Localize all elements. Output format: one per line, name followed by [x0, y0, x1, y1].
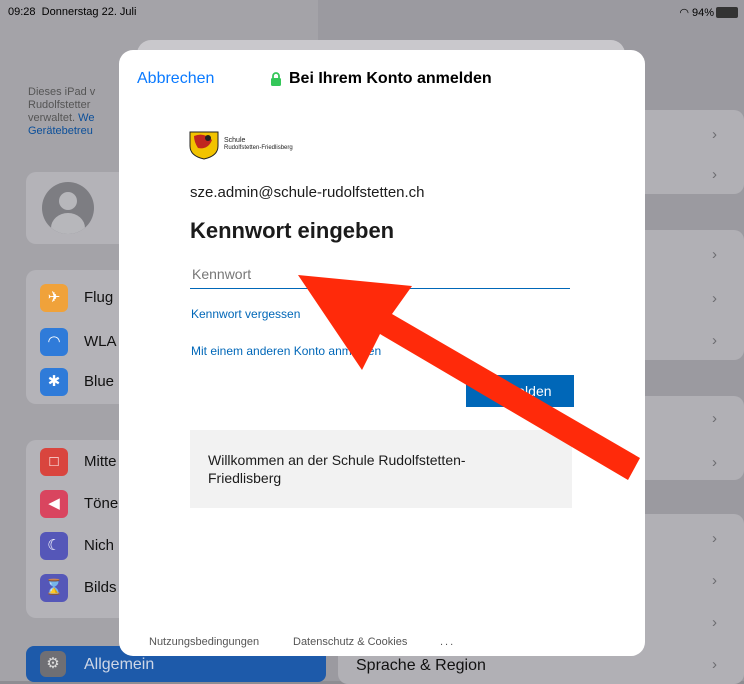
chevron-right-icon: › — [712, 332, 717, 349]
more-options-button[interactable]: ... — [440, 636, 455, 648]
sidebar-item-wifi[interactable]: WLA — [84, 333, 117, 350]
school-logo-text: Schule Rudolfstetten-Friedlisberg — [224, 137, 293, 151]
managed-info-text: Dieses iPad v Rudolfstetter verwaltet. W… — [28, 86, 96, 137]
chevron-right-icon: › — [712, 166, 717, 183]
sidebar-item-screentime[interactable]: Bilds — [84, 579, 117, 596]
chevron-right-icon: › — [712, 530, 717, 547]
sound-icon: ◀ — [40, 490, 68, 518]
avatar — [42, 182, 94, 234]
page-title: Kennwort eingeben — [190, 218, 395, 243]
account-email: sze.admin@schule-rudolfstetten.ch — [190, 184, 425, 201]
sidebar-item-general-label: Allgemein — [84, 656, 155, 673]
lock-icon — [271, 72, 281, 86]
sidebar-item-sounds[interactable]: Töne — [84, 495, 118, 512]
detail-item-language-region[interactable]: Sprache & Region — [356, 657, 486, 675]
cancel-button[interactable]: Abbrechen — [137, 70, 214, 88]
sidebar-item-bluetooth[interactable]: Blue — [84, 373, 114, 390]
chevron-right-icon: › — [712, 410, 717, 427]
notifications-icon: □ — [40, 448, 68, 476]
battery-icon — [716, 7, 738, 18]
moon-icon: ☾ — [40, 532, 68, 560]
chevron-right-icon: › — [712, 454, 717, 471]
forgot-password-link[interactable]: Kennwort vergessen — [191, 307, 300, 321]
chevron-right-icon: › — [712, 572, 717, 589]
privacy-link[interactable]: Datenschutz & Cookies — [293, 636, 407, 648]
battery-percent: ◠ 94% — [679, 7, 714, 19]
signin-button[interactable]: Anmelden — [466, 375, 574, 407]
chevron-right-icon: › — [712, 246, 717, 263]
sidebar-item-focus[interactable]: Nich — [84, 537, 114, 554]
password-input[interactable] — [190, 259, 570, 289]
chevron-right-icon: › — [712, 290, 717, 307]
chevron-right-icon: › — [712, 614, 717, 631]
modal-title: Bei Ihrem Konto anmelden — [289, 70, 492, 87]
sidebar-item-airplane[interactable]: Flug — [84, 289, 113, 306]
gear-icon: ⚙ — [40, 651, 66, 677]
status-time: 09:28 Donnerstag 22. Juli — [8, 6, 137, 18]
other-account-link[interactable]: Mit einem anderen Konto anmelden — [191, 344, 381, 358]
airplane-icon: ✈ — [40, 284, 68, 312]
chevron-right-icon: › — [712, 126, 717, 143]
terms-link[interactable]: Nutzungsbedingungen — [149, 636, 259, 648]
status-bar: 09:28 Donnerstag 22. Juli ◠ 94% — [0, 0, 744, 22]
sidebar-item-notifications[interactable]: Mitte — [84, 453, 117, 470]
chevron-right-icon: › — [712, 656, 717, 673]
wifi-icon: ◠ — [40, 328, 68, 356]
managed-info-link[interactable]: We — [78, 112, 94, 124]
bluetooth-icon: ✱ — [40, 368, 68, 396]
school-logo — [189, 131, 219, 160]
hourglass-icon: ⌛ — [40, 574, 68, 602]
welcome-text: Willkommen an der Schule Rudolfstetten-F… — [208, 452, 466, 486]
